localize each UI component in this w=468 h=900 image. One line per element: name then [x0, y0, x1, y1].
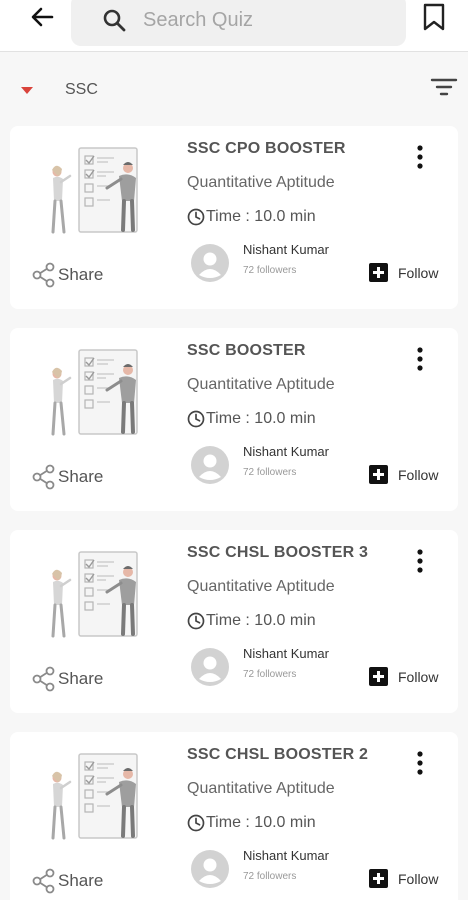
- follower-count: 72 followers: [243, 467, 297, 478]
- plus-square-icon: [369, 667, 388, 686]
- back-button[interactable]: [22, 2, 62, 32]
- quiz-illustration: [51, 753, 138, 840]
- quiz-card[interactable]: Share SSC CPO BOOSTER Quantitative Aptit…: [10, 126, 458, 309]
- follow-button[interactable]: Follow: [369, 667, 438, 686]
- quiz-card[interactable]: Share SSC BOOSTER Quantitative Aptitude …: [10, 328, 458, 511]
- author-name[interactable]: Nishant Kumar: [243, 242, 329, 257]
- search-bar[interactable]: [71, 0, 406, 46]
- plus-square-icon: [369, 263, 388, 282]
- follow-label: Follow: [398, 264, 439, 281]
- quiz-duration: Time : 10.0 min: [187, 814, 316, 832]
- more-vertical-icon[interactable]: [412, 144, 428, 170]
- quiz-illustration: [51, 349, 138, 436]
- author-name[interactable]: Nishant Kumar: [243, 646, 329, 661]
- arrow-left-icon: [31, 7, 54, 27]
- follower-count: 72 followers: [243, 265, 297, 276]
- share-icon: [32, 464, 55, 490]
- quiz-title[interactable]: SSC CPO BOOSTER: [187, 140, 346, 158]
- quiz-subject: Quantitative Aptitude: [187, 780, 335, 797]
- follow-button[interactable]: Follow: [369, 869, 438, 888]
- quiz-illustration: [51, 147, 138, 234]
- search-icon: [101, 7, 127, 33]
- quiz-duration: Time : 10.0 min: [187, 410, 316, 428]
- share-button[interactable]: Share: [32, 666, 103, 692]
- follower-count: 72 followers: [243, 669, 297, 680]
- category-label[interactable]: SSC: [65, 81, 98, 99]
- quiz-subject: Quantitative Aptitude: [187, 174, 335, 191]
- quiz-title[interactable]: SSC CHSL BOOSTER 2: [187, 746, 368, 764]
- avatar-placeholder-icon[interactable]: [191, 446, 229, 484]
- share-icon: [32, 868, 55, 894]
- quiz-duration: Time : 10.0 min: [187, 208, 316, 226]
- more-vertical-icon[interactable]: [412, 750, 428, 776]
- share-label: Share: [58, 467, 104, 486]
- quiz-time-label: Time : 10.0 min: [206, 612, 316, 629]
- quiz-title[interactable]: SSC CHSL BOOSTER 3: [187, 544, 368, 562]
- quiz-card[interactable]: Share SSC CHSL BOOSTER 2 Quantitative Ap…: [10, 732, 458, 900]
- clock-icon: [187, 410, 205, 428]
- bookmark-icon: [423, 3, 445, 31]
- author-name[interactable]: Nishant Kumar: [243, 444, 329, 459]
- avatar-placeholder-icon[interactable]: [191, 850, 229, 888]
- share-button[interactable]: Share: [32, 262, 103, 288]
- quiz-card[interactable]: Share SSC CHSL BOOSTER 3 Quantitative Ap…: [10, 530, 458, 713]
- follow-label: Follow: [398, 870, 439, 887]
- avatar-placeholder-icon[interactable]: [191, 648, 229, 686]
- follow-label: Follow: [398, 668, 439, 685]
- follow-button[interactable]: Follow: [369, 263, 438, 282]
- quiz-duration: Time : 10.0 min: [187, 612, 316, 630]
- quiz-time-label: Time : 10.0 min: [206, 410, 316, 427]
- share-icon: [32, 262, 55, 288]
- more-vertical-icon[interactable]: [412, 346, 428, 372]
- author-name[interactable]: Nishant Kumar: [243, 848, 329, 863]
- filter-icon[interactable]: [430, 76, 458, 98]
- quiz-time-label: Time : 10.0 min: [206, 208, 316, 225]
- avatar-placeholder-icon[interactable]: [191, 244, 229, 282]
- clock-icon: [187, 208, 205, 226]
- clock-icon: [187, 814, 205, 832]
- follow-button[interactable]: Follow: [369, 465, 438, 484]
- quiz-subject: Quantitative Aptitude: [187, 578, 335, 595]
- share-label: Share: [58, 669, 104, 688]
- share-label: Share: [58, 871, 104, 890]
- more-vertical-icon[interactable]: [412, 548, 428, 574]
- share-label: Share: [58, 265, 104, 284]
- category-filter-row: SSC: [0, 52, 468, 128]
- quiz-subject: Quantitative Aptitude: [187, 376, 335, 393]
- plus-square-icon: [369, 869, 388, 888]
- clock-icon: [187, 612, 205, 630]
- search-input[interactable]: [143, 8, 383, 32]
- quiz-time-label: Time : 10.0 min: [206, 814, 316, 831]
- quiz-title[interactable]: SSC BOOSTER: [187, 342, 306, 360]
- follow-label: Follow: [398, 466, 439, 483]
- plus-square-icon: [369, 465, 388, 484]
- caret-down-icon[interactable]: [21, 87, 33, 94]
- share-button[interactable]: Share: [32, 464, 103, 490]
- share-icon: [32, 666, 55, 692]
- bookmark-button[interactable]: [420, 2, 448, 32]
- quiz-illustration: [51, 551, 138, 638]
- share-button[interactable]: Share: [32, 868, 103, 894]
- follower-count: 72 followers: [243, 871, 297, 882]
- top-bar: [0, 0, 468, 52]
